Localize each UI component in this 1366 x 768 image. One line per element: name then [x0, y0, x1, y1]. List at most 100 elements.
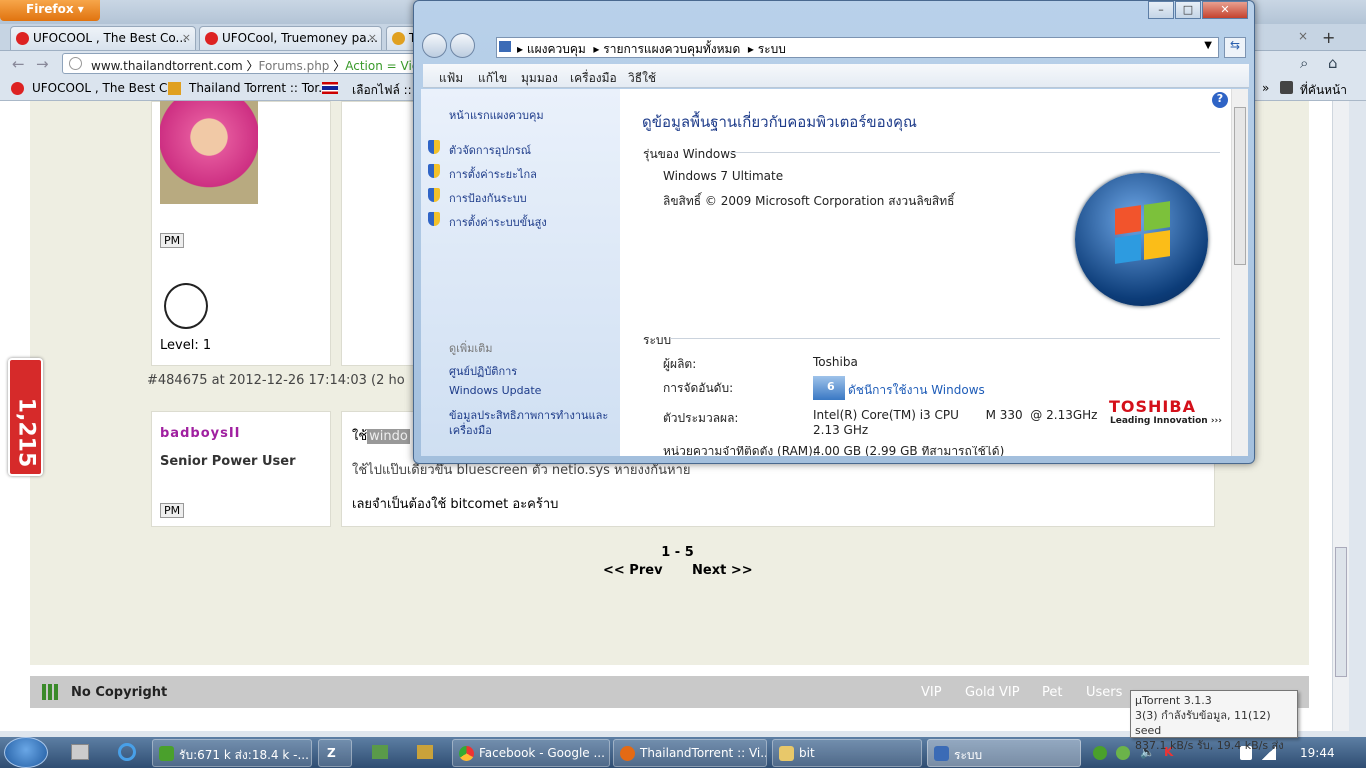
tooltip-line-1: µTorrent 3.1.3 [1135, 694, 1212, 707]
new-tab-button[interactable]: + [1322, 28, 1335, 47]
page-scrollbar[interactable] [1332, 101, 1349, 731]
url-bar[interactable]: www.thailandtorrent.com 〉Forums.php 〉Act… [62, 53, 418, 74]
processor-label: ตัวประมวลผล: [663, 411, 739, 425]
prev-page-link[interactable]: << Prev [603, 563, 663, 578]
action-center-link[interactable]: ศูนย์ปฏิบัติการ [449, 362, 517, 380]
explorer-icon[interactable] [71, 744, 89, 760]
footer-link-gold-vip[interactable]: Gold VIP [965, 685, 1020, 700]
app-icon[interactable] [372, 745, 388, 759]
taskbar-clock[interactable]: 19:44 [1300, 746, 1335, 760]
close-window-button[interactable]: ✕ [1202, 1, 1248, 19]
bookmarks-menu-button[interactable]: ที่คันหน้า [1300, 81, 1347, 100]
post-line-3: เลยจำเป็นต้องใช้ bitcomet อะคร้าบ [352, 497, 559, 512]
pm-button[interactable]: PM [160, 503, 185, 518]
close-tab-icon[interactable]: × [368, 31, 377, 44]
footer-link-users[interactable]: Users [1086, 685, 1122, 700]
bookmark-ufocool[interactable]: UFOCOOL , The Best C... [32, 81, 179, 95]
tab-label: UFOCOOL , The Best Co... [33, 31, 188, 45]
minimize-button[interactable]: – [1148, 1, 1174, 19]
panda-rank-icon [164, 283, 208, 329]
chevron-down-icon[interactable]: ▼ [1204, 40, 1212, 51]
taskbar-firefox[interactable]: ThailandTorrent :: Vi... [613, 739, 767, 767]
tray-utorrent-icon[interactable] [1093, 746, 1107, 760]
pm-button[interactable]: PM [160, 233, 185, 248]
footer-link-vip[interactable]: VIP [921, 685, 942, 700]
bookmark-select-file[interactable]: เลือกไฟล์ :: S [352, 81, 412, 100]
menu-tools[interactable]: เครื่องมือ [570, 69, 617, 88]
maximize-button[interactable]: □ [1175, 1, 1201, 19]
share-count: 1,215 [13, 397, 39, 468]
utorrent-icon [159, 746, 174, 761]
performance-info-link[interactable]: ข้อมูลประสิทธิภาพการทำงานและเครื่องมือ [449, 408, 609, 438]
taskbar-label: ThailandTorrent :: Vi... [640, 746, 767, 760]
taskbar-system[interactable]: ระบบ [927, 739, 1081, 767]
help-icon[interactable]: ? [1212, 92, 1228, 108]
system-protection-link[interactable]: การป้องกันระบบ [449, 189, 527, 207]
taskbar-utorrent[interactable]: รับ:671 k ส่ง:18.4 k -... [152, 739, 312, 767]
firefox-menu-label: Firefox [26, 2, 74, 16]
menu-edit[interactable]: แก้ไข [478, 69, 507, 88]
ie-icon[interactable] [118, 743, 136, 761]
scrollbar-thumb[interactable] [1234, 107, 1246, 265]
breadcrumb-control-panel[interactable]: แผงควบคุม [527, 42, 586, 56]
close-tab-icon[interactable]: × [182, 31, 191, 44]
footer-link-pet[interactable]: Pet [1042, 685, 1062, 700]
search-icon[interactable]: ⌕ [1300, 54, 1308, 72]
ufocool-favicon-icon [205, 32, 218, 45]
scrollbar-thumb[interactable] [1335, 547, 1347, 677]
chrome-icon [459, 746, 474, 761]
explorer-address-bar[interactable]: ▸ แผงควบคุม ▸ รายการแผงควบคุมทั้งหมด ▸ ร… [496, 37, 1219, 58]
forward-icon[interactable] [450, 33, 475, 58]
breadcrumb-system[interactable]: ระบบ [758, 42, 786, 56]
next-page-link[interactable]: Next >> [692, 563, 753, 578]
folder-icon [779, 746, 794, 761]
bookmark-thailandtorrent[interactable]: Thailand Torrent :: Tor... [189, 81, 330, 95]
shield-icon [428, 212, 440, 226]
window-scrollbar[interactable] [1231, 89, 1248, 456]
bookmarks-overflow-button[interactable]: » [1262, 81, 1269, 95]
globe-icon [69, 57, 82, 70]
post-username[interactable]: badboysII [160, 426, 241, 441]
remote-settings-link[interactable]: การตั้งค่าระยะไกล [449, 165, 537, 183]
experience-index-link[interactable]: ดัชนีการใช้งาน Windows [848, 381, 985, 400]
menu-view[interactable]: มุมมอง [521, 69, 558, 88]
tab-ufocool-truemoney[interactable]: UFOCool, Truemoney pa... × [199, 26, 382, 50]
breadcrumb-all-items[interactable]: รายการแผงควบคุมทั้งหมด [603, 42, 740, 56]
experience-index-badge[interactable]: 6 [813, 376, 845, 400]
toshiba-tagline: Leading Innovation ››› [1110, 416, 1222, 426]
menu-file[interactable]: แฟ้ม [439, 69, 463, 88]
tab-ufocool[interactable]: UFOCOOL , The Best Co... × [10, 26, 196, 50]
device-manager-link[interactable]: ตัวจัดการอุปกรณ์ [449, 141, 531, 159]
tray-app-icon[interactable] [1116, 746, 1130, 760]
firefox-icon [620, 746, 635, 761]
thailandtorrent-favicon-icon [392, 32, 405, 45]
close-tab-icon[interactable]: × [1298, 29, 1308, 43]
stats-icon [42, 684, 58, 700]
post-line-1: ใช้ windo [352, 425, 410, 446]
home-icon[interactable]: ⌂ [1328, 54, 1338, 72]
share-counter-badge[interactable]: 1,215 [8, 358, 43, 476]
rating-label: การจัดอันดับ: [663, 381, 734, 395]
taskbar-label: Facebook - Google ... [479, 746, 605, 760]
taskbar-folder-bit[interactable]: bit [772, 739, 922, 767]
app-icon[interactable] [417, 745, 433, 759]
url-path: Forums.php [258, 59, 330, 73]
tab-thailandtorrent[interactable]: T [386, 26, 416, 50]
windows-update-link[interactable]: Windows Update [449, 384, 541, 397]
user-avatar [160, 101, 258, 204]
refresh-icon[interactable]: ⇆ [1224, 37, 1246, 58]
menu-help[interactable]: วิธีใช้ [628, 69, 656, 88]
firefox-menu-button[interactable]: Firefox ▾ [0, 0, 100, 21]
utorrent-tooltip: µTorrent 3.1.3 3(3) กำลังรับข้อมูล, 11(1… [1130, 690, 1298, 752]
taskbar-zune[interactable]: Z [318, 739, 352, 767]
edition-header: รุ่นของ Windows [643, 147, 737, 161]
back-icon[interactable] [422, 33, 447, 58]
advanced-settings-link[interactable]: การตั้งค่าระบบขั้นสูง [449, 213, 547, 231]
page-heading: ดูข้อมูลพื้นฐานเกี่ยวกับคอมพิวเตอร์ของคุ… [642, 113, 917, 131]
control-panel-home-link[interactable]: หน้าแรกแผงควบคุม [449, 106, 544, 124]
taskbar-chrome[interactable]: Facebook - Google ... [452, 739, 610, 767]
back-icon[interactable]: ← [12, 55, 25, 73]
thai-flag-icon [322, 82, 338, 94]
forward-icon[interactable]: → [36, 55, 49, 73]
start-button[interactable] [4, 737, 48, 768]
